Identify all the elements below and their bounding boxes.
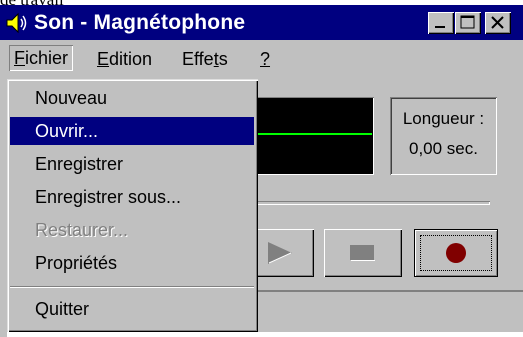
menu-item-label: Propriétés (35, 253, 118, 273)
menu-effets-rest: s (218, 49, 228, 69)
length-value: 0,00 sec. (409, 139, 478, 158)
menu-effets[interactable]: Effets (182, 48, 228, 70)
menu-effets-start: Effe (182, 49, 214, 69)
play-button[interactable] (250, 229, 314, 277)
record-button[interactable] (414, 229, 498, 277)
menu-item-label: Quitter (35, 299, 90, 319)
length-panel: Longueur : 0,00 sec. (390, 97, 497, 175)
menu-item-restaurer: Restaurer... (10, 216, 254, 244)
menu-item-label: Ouvrir... (35, 121, 99, 141)
menu-item-label: Restaurer... (35, 220, 129, 240)
status-divider (250, 290, 523, 292)
play-icon (268, 242, 292, 264)
menu-edition-mnemonic: E (97, 49, 110, 69)
position-slider[interactable] (250, 201, 490, 205)
waveform-line (252, 133, 372, 135)
window-left-frame (0, 74, 7, 337)
menu-item-label: Enregistrer sous... (35, 187, 182, 207)
maximize-icon (460, 15, 475, 29)
menu-item-label: Nouveau (35, 88, 108, 108)
close-button[interactable] (485, 12, 511, 34)
menu-separator (10, 286, 254, 288)
close-icon (491, 16, 504, 29)
window-title: Son - Magnétophone (34, 11, 246, 34)
maximize-button[interactable] (455, 12, 481, 34)
menu-item-enregistrer-sous[interactable]: Enregistrer sous... (10, 183, 254, 211)
menu-item-nouveau[interactable]: Nouveau (10, 84, 254, 112)
speaker-icon[interactable] (4, 11, 30, 35)
menu-fichier-mnemonic: F (14, 48, 25, 68)
menu-fichier-rest: ichier (25, 48, 69, 68)
file-menu-dropdown: Nouveau Ouvrir... Enregistrer Enregistre… (7, 79, 258, 332)
menu-fichier[interactable]: Fichier (9, 45, 73, 71)
minimize-button[interactable] (428, 12, 454, 34)
stop-icon (350, 245, 375, 261)
menu-edition-rest: dition (109, 49, 153, 69)
title-bar[interactable]: Son - Magnétophone (0, 5, 523, 40)
menu-item-quitter[interactable]: Quitter (10, 295, 254, 323)
menu-edition[interactable]: Edition (97, 48, 152, 70)
waveform-display (252, 97, 374, 175)
menu-item-enregistrer[interactable]: Enregistrer (10, 150, 254, 178)
stop-button[interactable] (324, 229, 402, 277)
length-label: Longueur : (402, 109, 485, 128)
minimize-icon (435, 26, 445, 28)
menu-item-label: Enregistrer (35, 154, 124, 174)
record-icon (446, 243, 466, 263)
menu-help-label: ? (260, 49, 271, 69)
menu-item-ouvrir[interactable]: Ouvrir... (10, 117, 254, 145)
menu-help[interactable]: ? (260, 48, 270, 70)
menu-bar: Fichier Edition Effets ? (0, 40, 523, 74)
menu-item-proprietes[interactable]: Propriétés (10, 249, 254, 277)
